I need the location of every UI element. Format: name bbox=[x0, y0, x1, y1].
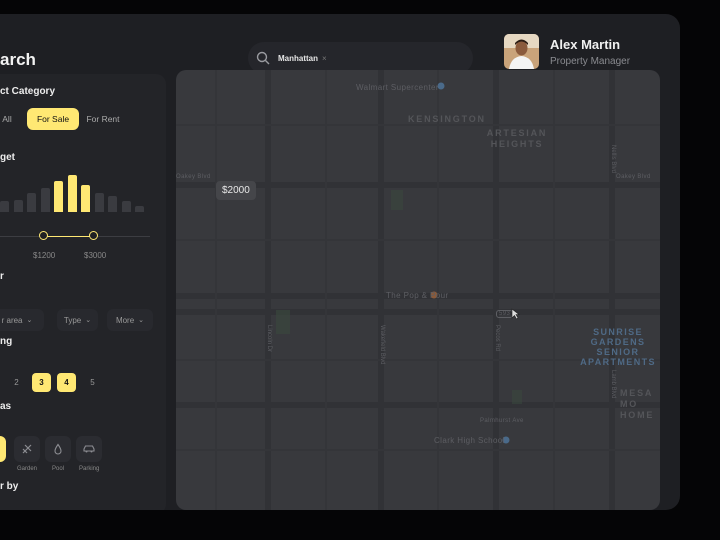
more-dropdown-label: More bbox=[115, 315, 135, 325]
chevron-down-icon: ⌄ bbox=[138, 317, 145, 324]
search-icon bbox=[256, 51, 270, 65]
filter-label: r bbox=[0, 271, 4, 282]
type-dropdown-label: Type bbox=[63, 315, 82, 325]
street-vlabel-2: Wakefield Blvd bbox=[379, 325, 385, 365]
budget-max-handle[interactable] bbox=[89, 231, 98, 240]
avatar[interactable] bbox=[504, 34, 539, 69]
street-label-1: Oakey Blvd bbox=[176, 174, 211, 180]
amenities-label: as bbox=[0, 401, 12, 412]
place-pop-pour[interactable]: The Pop & Pour bbox=[386, 291, 449, 300]
budget-histogram-bar bbox=[108, 196, 117, 212]
budget-histogram-bar bbox=[135, 206, 144, 212]
budget-histogram-bar bbox=[81, 185, 90, 212]
type-dropdown[interactable]: Type ⌄ bbox=[57, 309, 98, 331]
street-label-3: Palmhurst Ave bbox=[480, 418, 524, 424]
amenity-parking-label: Parking bbox=[79, 466, 100, 472]
room-option-2[interactable]: 2 bbox=[7, 373, 26, 392]
room-option-5[interactable]: 5 bbox=[83, 373, 102, 392]
chip-close-icon[interactable]: × bbox=[322, 54, 327, 63]
budget-histogram-bar bbox=[54, 181, 63, 212]
place-clark-school[interactable]: Clark High School bbox=[434, 436, 505, 445]
budget-histogram-bar bbox=[27, 193, 36, 212]
search-chip[interactable]: Manhattan bbox=[278, 54, 318, 63]
category-all[interactable]: All bbox=[0, 108, 20, 130]
amenity-first[interactable] bbox=[0, 436, 6, 462]
amenity-pool-label: Pool bbox=[52, 466, 65, 472]
room-option-1[interactable] bbox=[0, 373, 7, 392]
street-vlabel-5: Lamb Blvd bbox=[610, 370, 616, 399]
cursor-icon bbox=[511, 308, 520, 320]
map-roads bbox=[176, 70, 660, 510]
amenity-parking[interactable] bbox=[76, 436, 102, 462]
budget-histogram-bar bbox=[121, 201, 131, 212]
more-dropdown[interactable]: More ⌄ bbox=[107, 309, 153, 331]
room-option-3[interactable]: 3 bbox=[32, 373, 51, 392]
budget-min-handle[interactable] bbox=[39, 231, 48, 240]
budget-min-value: $1200 bbox=[33, 251, 56, 260]
budget-histogram bbox=[0, 174, 160, 212]
room-option-4[interactable]: 4 bbox=[57, 373, 76, 392]
budget-histogram-bar bbox=[0, 201, 9, 212]
area-artesian: ARTESIAN HEIGHTS bbox=[486, 128, 548, 149]
user-role: Property Manager bbox=[550, 56, 631, 67]
garden-icon bbox=[22, 444, 32, 454]
chevron-down-icon: ⌄ bbox=[26, 317, 33, 324]
budget-range-selected bbox=[43, 236, 94, 237]
map-price-marker[interactable]: $2000 bbox=[216, 181, 256, 200]
chevron-down-icon: ⌄ bbox=[85, 317, 92, 324]
category-label: ct Category bbox=[0, 86, 56, 97]
category-for-rent[interactable]: For Rent bbox=[83, 108, 123, 130]
budget-max-value: $3000 bbox=[84, 251, 107, 260]
area-sunrise: SUNRISE GARDENS SENIOR APARTMENTS bbox=[580, 327, 656, 367]
map-view[interactable]: Walmart Supercenter KENSINGTON ARTESIAN … bbox=[176, 70, 660, 510]
street-vlabel-4: Nellis Blvd bbox=[610, 145, 616, 174]
place-walmart[interactable]: Walmart Supercenter bbox=[356, 83, 439, 92]
user-name: Alex Martin bbox=[550, 37, 621, 52]
street-label-2: Oakey Blvd bbox=[616, 174, 651, 180]
budget-histogram-bar bbox=[94, 193, 104, 212]
budget-label: get bbox=[0, 152, 15, 163]
car-icon bbox=[83, 445, 95, 453]
amenity-pool[interactable] bbox=[45, 436, 71, 462]
rooms-label: ng bbox=[0, 336, 13, 347]
page-title: arch bbox=[0, 50, 36, 69]
budget-histogram-bar bbox=[40, 188, 50, 212]
area-dropdown-label: r area bbox=[1, 315, 23, 325]
pool-drop-icon bbox=[54, 443, 62, 455]
area-kensington: KENSINGTON bbox=[408, 114, 486, 124]
category-for-sale[interactable]: For Sale bbox=[27, 108, 79, 130]
area-mesa: MESA MO HOME bbox=[620, 388, 655, 420]
area-dropdown[interactable]: r area ⌄ bbox=[0, 309, 44, 331]
amenity-garden-label: Garden bbox=[17, 466, 38, 472]
budget-histogram-bar bbox=[13, 200, 23, 212]
sort-label: r by bbox=[0, 481, 19, 492]
street-vlabel-3: Pecos Rd bbox=[494, 325, 500, 352]
amenity-garden[interactable] bbox=[14, 436, 40, 462]
app-window: arch Manhattan × Alex Martin Property Ma… bbox=[0, 14, 680, 510]
street-vlabel-1: Lincoln Dr bbox=[266, 325, 272, 353]
budget-histogram-bar bbox=[67, 175, 77, 212]
